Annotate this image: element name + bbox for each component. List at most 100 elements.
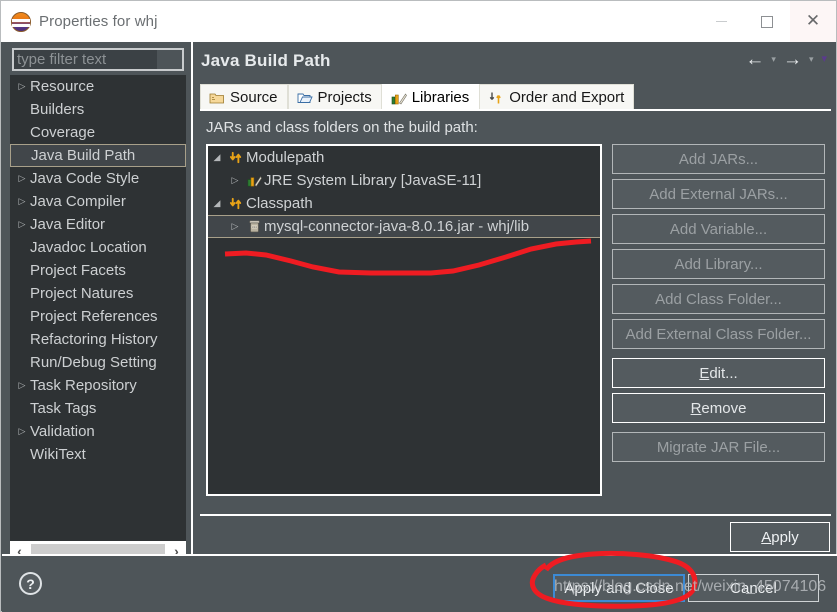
window-controls: ✕ <box>698 1 836 42</box>
chevron-right-icon[interactable]: ▷ <box>14 220 30 229</box>
button-add-class-folder: Add Class Folder... <box>612 284 825 314</box>
filter-input-wrapper[interactable]: type filter text <box>12 48 184 71</box>
twisty-placeholder: ▷ <box>14 289 30 298</box>
sidebar-item-java-build-path[interactable]: ▷Java Build Path <box>10 144 186 167</box>
page-title: Java Build Path <box>201 51 331 70</box>
chevron-right-icon[interactable]: ▷ <box>226 221 244 232</box>
apply-button[interactable]: Apply <box>730 522 830 552</box>
settings-tree[interactable]: ▷Resource▷Builders▷Coverage▷Java Build P… <box>10 75 186 541</box>
twisty-placeholder: ▷ <box>14 404 30 413</box>
button-remove[interactable]: Remove <box>612 393 825 423</box>
button-migrate-jar-file: Migrate JAR File... <box>612 432 825 462</box>
build-path-item-label: mysql-connector-java-8.0.16.jar - whj/li… <box>264 218 530 235</box>
sidebar-item-label: Project Natures <box>30 285 134 302</box>
twisty-expanded-icon[interactable]: ◢ <box>208 152 226 163</box>
maximize-button[interactable] <box>744 1 790 42</box>
tree-item-icon-wrapper <box>226 150 246 165</box>
chevron-right-icon[interactable]: ▷ <box>226 175 244 186</box>
build-path-actions: Add JARs... Add External JARs... Add Varia… <box>612 144 825 467</box>
sidebar-item-label: Java Editor <box>30 216 106 233</box>
chevron-right-icon[interactable]: ▷ <box>14 427 30 436</box>
maximize-icon <box>761 15 773 28</box>
tree-item-icon-wrapper <box>226 196 246 211</box>
sidebar-item-validation[interactable]: ▷ Validation <box>10 420 186 443</box>
tab-label: Projects <box>317 89 372 106</box>
properties-dialog: Properties for whj ✕ type filter text ▷ R… <box>0 0 837 612</box>
view-menu-icon[interactable]: ▾ <box>818 54 830 65</box>
sidebar-item-resource[interactable]: ▷ Resource <box>10 75 186 98</box>
sidebar-item-label: Java Build Path <box>31 147 136 164</box>
navigation-bar: ← ▾ → ▾ ▾ <box>743 50 830 69</box>
tab-label: Libraries <box>411 89 470 106</box>
button-add-variable: Add Variable... <box>612 214 825 244</box>
twisty-placeholder: ▷ <box>14 266 30 275</box>
button-edit[interactable]: Edit... <box>612 358 825 388</box>
tab-projects[interactable]: Projects <box>287 84 382 110</box>
filter-input[interactable]: type filter text <box>14 50 158 69</box>
sidebar-item-label: Java Code Style <box>30 170 140 187</box>
sidebar-item-run-debug-setting[interactable]: ▷Run/Debug Setting <box>10 351 186 374</box>
chevron-right-icon[interactable]: ▷ <box>14 82 30 91</box>
forward-dropdown-icon[interactable]: ▾ <box>806 55 817 64</box>
twisty-placeholder: ▷ <box>14 105 30 114</box>
build-path-tree-item[interactable]: ▷ JRE System Library [JavaSE-11] <box>208 169 600 192</box>
button-label: Add Class Folder... <box>655 290 782 308</box>
tab-order-and-export[interactable]: Order and Export <box>479 84 635 110</box>
twisty-expanded-icon[interactable]: ◢ <box>208 198 226 209</box>
sidebar-item-project-references[interactable]: ▷Project References <box>10 305 186 328</box>
twisty-placeholder: ▷ <box>14 312 30 321</box>
title-bar: Properties for whj ✕ <box>1 1 836 42</box>
libraries-tab-panel: JARs and class folders on the build path… <box>200 109 831 509</box>
tab-libraries[interactable]: Libraries <box>381 84 480 110</box>
twisty-placeholder: ▷ <box>14 450 30 459</box>
sidebar-item-label: Java Compiler <box>30 193 126 210</box>
sidebar-item-java-editor[interactable]: ▷ Java Editor <box>10 213 186 236</box>
sidebar-item-task-tags[interactable]: ▷Task Tags <box>10 397 186 420</box>
sidebar-item-project-natures[interactable]: ▷Project Natures <box>10 282 186 305</box>
sidebar-item-label: Task Repository <box>30 377 137 394</box>
sidebar-item-refactoring-history[interactable]: ▷Refactoring History <box>10 328 186 351</box>
back-dropdown-icon[interactable]: ▾ <box>768 55 779 64</box>
help-icon[interactable]: ? <box>19 572 42 595</box>
twisty-placeholder: ▷ <box>14 335 30 344</box>
button-add-external-class-folder: Add External Class Folder... <box>612 319 825 349</box>
build-path-tree-item[interactable]: ▷ 010 mysql-connector-java-8.0.16.jar - wh… <box>208 215 600 238</box>
chevron-right-icon[interactable]: ▷ <box>14 174 30 183</box>
build-path-item-label: Classpath <box>246 195 313 212</box>
button-label: Migrate JAR File... <box>656 438 781 456</box>
window-title: Properties for whj <box>39 13 158 30</box>
back-arrow-icon[interactable]: ← <box>743 50 766 69</box>
filter-clear-button[interactable] <box>157 50 182 69</box>
forward-arrow-icon[interactable]: → <box>781 50 804 69</box>
sidebar-item-label: Project Facets <box>30 262 126 279</box>
button-label: Add External JARs... <box>649 185 788 203</box>
sidebar-item-label: Resource <box>30 78 95 95</box>
build-path-tree[interactable]: ◢ Modulepath ▷ JRE System Library [JavaSE-1… <box>206 144 602 496</box>
build-path-tree-item[interactable]: ◢ Classpath <box>208 192 600 215</box>
minimize-button[interactable] <box>698 1 744 42</box>
sidebar-item-label: Task Tags <box>30 400 97 417</box>
books-icon <box>247 176 262 187</box>
sidebar-item-label: Project References <box>30 308 158 325</box>
chevron-right-icon[interactable]: ▷ <box>14 197 30 206</box>
sidebar-item-coverage[interactable]: ▷Coverage <box>10 121 186 144</box>
build-path-item-label: JRE System Library [JavaSE-11] <box>264 172 482 189</box>
sidebar-item-wikitext[interactable]: ▷WikiText <box>10 443 186 466</box>
close-icon: ✕ <box>805 11 821 31</box>
sidebar-item-javadoc-location[interactable]: ▷Javadoc Location <box>10 236 186 259</box>
chevron-right-icon[interactable]: ▷ <box>14 381 30 390</box>
sidebar-item-java-code-style[interactable]: ▷ Java Code Style <box>10 167 186 190</box>
close-button[interactable]: ✕ <box>790 1 836 42</box>
tree-item-icon-wrapper <box>244 173 264 188</box>
tab-source[interactable]: Source <box>200 84 288 110</box>
sidebar-item-builders[interactable]: ▷Builders <box>10 98 186 121</box>
sidebar-item-label: WikiText <box>30 446 86 463</box>
build-path-tree-item[interactable]: ◢ Modulepath <box>208 146 600 169</box>
jar-icon: 010 <box>249 220 259 233</box>
tab-label: Order and Export <box>509 89 625 106</box>
sidebar-item-label: Run/Debug Setting <box>30 354 157 371</box>
sidebar-item-java-compiler[interactable]: ▷ Java Compiler <box>10 190 186 213</box>
sidebar-item-project-facets[interactable]: ▷Project Facets <box>10 259 186 282</box>
sidebar-item-task-repository[interactable]: ▷ Task Repository <box>10 374 186 397</box>
button-add-library: Add Library... <box>612 249 825 279</box>
